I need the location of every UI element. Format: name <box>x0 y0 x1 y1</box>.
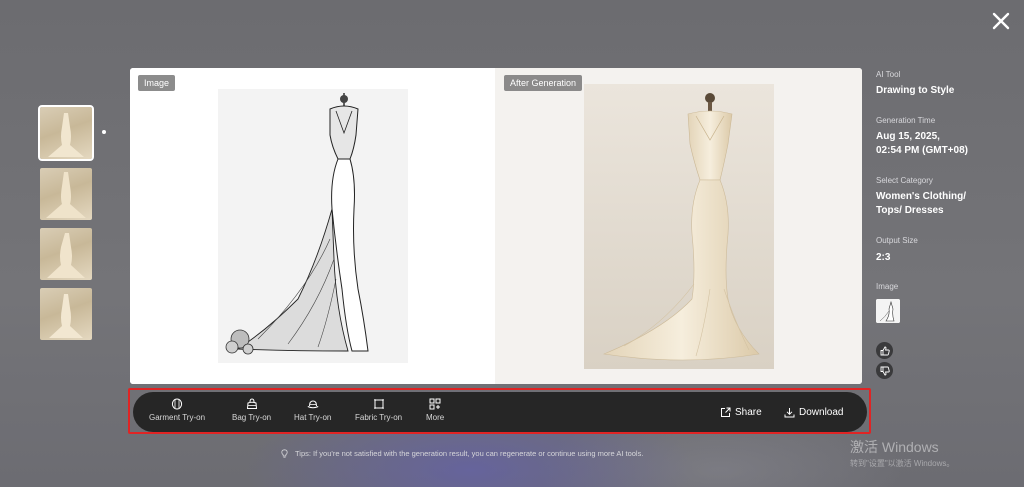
hat-try-on-button[interactable]: Hat Try-on <box>294 398 331 428</box>
more-tools-label: More <box>426 413 445 422</box>
garment-icon <box>171 398 183 410</box>
category-line1: Women's Clothing/ <box>876 191 966 202</box>
category-label: Select Category <box>876 176 933 185</box>
bag-icon <box>246 398 257 409</box>
dislike-button[interactable] <box>876 362 893 379</box>
watermark-subtitle: 转到"设置"以激活 Windows。 <box>850 459 955 468</box>
download-label: Download <box>799 406 844 418</box>
grid-plus-icon <box>429 398 441 410</box>
lightbulb-icon <box>281 448 288 458</box>
thumbs-down-icon <box>880 366 890 375</box>
more-tools-button[interactable]: More <box>426 398 444 428</box>
close-icon <box>992 12 1010 30</box>
source-image-label: Image <box>876 282 899 291</box>
windows-activation-watermark: 激活 Windows 转到"设置"以激活 Windows。 <box>850 437 954 469</box>
thumbnail-item[interactable] <box>38 105 94 161</box>
share-icon <box>721 407 731 417</box>
download-icon <box>784 407 795 417</box>
tips-line: Tips: If you're not satisfied with the g… <box>280 447 643 459</box>
fabric-try-on-button[interactable]: Fabric Try-on <box>355 398 402 428</box>
output-size-value: 2:3 <box>876 252 891 263</box>
generation-time-label: Generation Time <box>876 116 936 125</box>
thumbnail-item[interactable] <box>40 168 92 220</box>
thumbs-up-icon <box>880 346 890 355</box>
original-image-label: Image <box>138 75 176 91</box>
sketch-image <box>218 89 408 363</box>
share-button[interactable]: Share <box>720 405 762 419</box>
generated-image-pane: After Generation <box>495 68 862 384</box>
fabric-icon <box>373 399 384 409</box>
thumbnail-item[interactable] <box>40 228 92 280</box>
download-button[interactable]: Download <box>784 405 843 419</box>
watermark-title: 激活 Windows <box>850 439 939 455</box>
like-button[interactable] <box>876 342 893 359</box>
active-indicator <box>102 130 106 134</box>
hat-try-on-label: Hat Try-on <box>294 413 332 422</box>
share-label: Share <box>735 406 762 418</box>
generated-image-label: After Generation <box>504 75 583 91</box>
bag-try-on-label: Bag Try-on <box>232 413 272 422</box>
hat-icon <box>307 400 319 409</box>
generation-time-line2: 02:54 PM (GMT+08) <box>876 145 968 156</box>
ai-tools-toolbar: Garment Try-on Bag Try-on Hat Try-on Fab… <box>133 392 867 432</box>
source-image-thumbnail[interactable] <box>876 299 900 323</box>
ai-tool-value: Drawing to Style <box>876 85 955 96</box>
bag-try-on-button[interactable]: Bag Try-on <box>232 398 271 428</box>
fabric-try-on-label: Fabric Try-on <box>355 413 403 422</box>
thumbnail-item[interactable] <box>40 288 92 340</box>
garment-try-on-label: Garment Try-on <box>149 413 206 422</box>
garment-try-on-button[interactable]: Garment Try-on <box>149 398 205 428</box>
generation-time-line1: Aug 15, 2025, <box>876 131 940 142</box>
generated-image <box>584 84 774 369</box>
category-line2: Tops/ Dresses <box>876 205 944 216</box>
ai-tool-label: AI Tool <box>876 70 901 79</box>
close-button[interactable] <box>988 8 1014 34</box>
original-image-pane: Image <box>130 68 495 384</box>
output-size-label: Output Size <box>876 236 918 245</box>
preview-card: Image After Generation <box>130 68 862 384</box>
tips-text: Tips: If you're not satisfied with the g… <box>295 448 644 458</box>
